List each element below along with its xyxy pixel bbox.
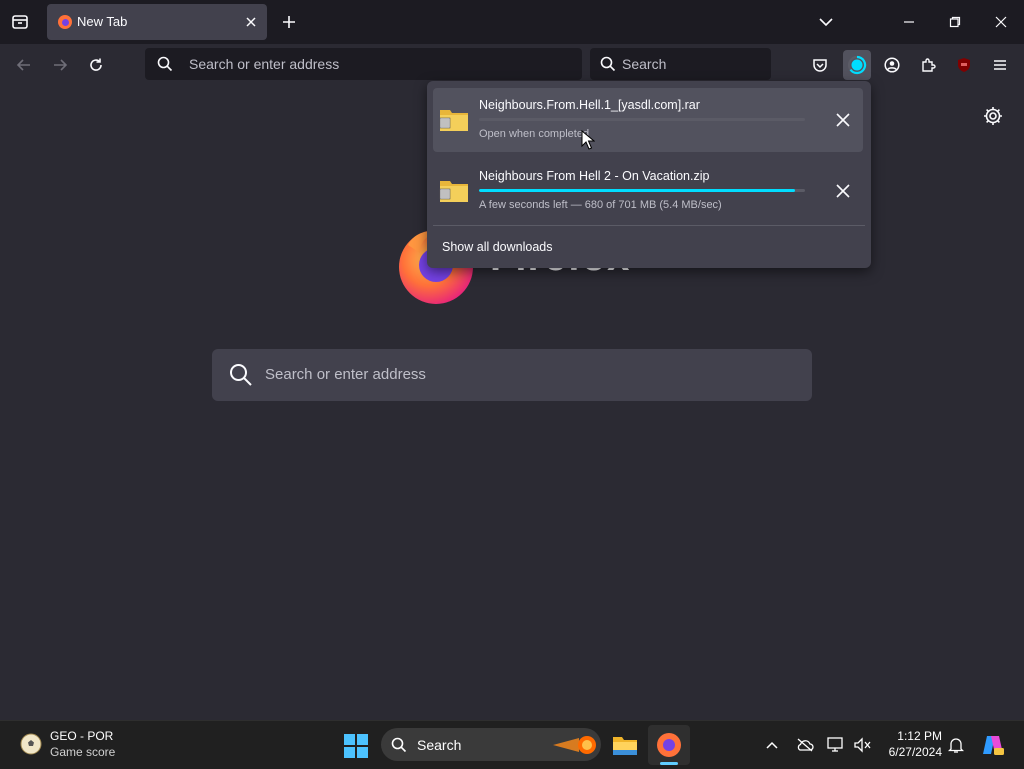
chevron-up-icon[interactable]: [762, 735, 782, 755]
download-progress-bar: [479, 118, 805, 121]
soccer-ball-icon[interactable]: [20, 733, 42, 755]
reload-icon[interactable]: [83, 52, 109, 78]
download-item[interactable]: Neighbours From Hell 2 - On Vacation.zip…: [433, 159, 863, 223]
download-status: Open when completed: [479, 128, 590, 140]
fireball-icon: [551, 732, 597, 763]
download-filename: Neighbours From Hell 2 - On Vacation.zip: [479, 169, 710, 183]
taskbar-search-label: Search: [417, 737, 462, 753]
cancel-download-icon[interactable]: [833, 181, 853, 201]
downloads-icon[interactable]: [843, 50, 871, 80]
firefox-icon: [57, 14, 73, 30]
download-filename: Neighbours.From.Hell.1_[yasdl.com].rar: [479, 98, 700, 112]
widget-title[interactable]: GEO - POR: [50, 729, 113, 743]
active-app-indicator: [660, 762, 678, 765]
notification-bell-icon[interactable]: [946, 735, 966, 755]
display-icon[interactable]: [826, 735, 846, 755]
search-bar[interactable]: Search: [590, 48, 771, 80]
show-all-downloads-link[interactable]: Show all downloads: [442, 240, 553, 254]
mouse-cursor-icon: [581, 129, 596, 155]
chevron-down-icon[interactable]: [815, 11, 837, 33]
download-progress-fill: [479, 189, 796, 192]
taskbar-search-box[interactable]: Search: [381, 728, 601, 761]
minimize-window-icon[interactable]: [895, 8, 923, 36]
archive-folder-icon: [439, 177, 469, 203]
tab-strip: New Tab: [0, 0, 1024, 44]
search-icon: [229, 363, 253, 392]
download-progress-bar: [479, 189, 805, 192]
extensions-icon[interactable]: [915, 52, 941, 78]
ublock-origin-icon[interactable]: [951, 52, 977, 78]
copilot-icon[interactable]: [980, 732, 1006, 758]
account-icon[interactable]: [879, 52, 905, 78]
taskbar-firefox-button[interactable]: [648, 725, 690, 765]
clock-time[interactable]: 1:12 PM: [884, 729, 942, 743]
search-icon: [391, 737, 407, 758]
newtab-search-placeholder: Search or enter address: [265, 366, 426, 383]
search-icon: [600, 56, 616, 77]
menu-hamburger-icon[interactable]: [987, 52, 1013, 78]
close-window-icon[interactable]: [987, 8, 1015, 36]
taskbar: GEO - POR Game score Search 1:12 PM 6/27…: [0, 720, 1024, 769]
tab-new-tab[interactable]: New Tab: [47, 4, 267, 40]
cancel-download-icon[interactable]: [833, 110, 853, 130]
forward-arrow-icon[interactable]: [47, 52, 73, 78]
pocket-icon[interactable]: [807, 52, 833, 78]
download-item[interactable]: Neighbours.From.Hell.1_[yasdl.com].rar O…: [433, 88, 863, 152]
new-tab-plus-icon[interactable]: [279, 12, 299, 32]
navigation-toolbar: Search or enter address Search: [0, 44, 1024, 85]
search-icon: [157, 56, 173, 77]
firefox-icon: [656, 732, 682, 763]
close-tab-icon[interactable]: [242, 13, 260, 31]
archive-folder-icon: [439, 106, 469, 132]
newtab-search-box[interactable]: Search or enter address: [212, 349, 812, 401]
divider: [433, 225, 865, 226]
clock-date[interactable]: 6/27/2024: [872, 745, 942, 759]
cloud-offline-icon[interactable]: [795, 735, 815, 755]
restore-window-icon[interactable]: [941, 8, 969, 36]
volume-muted-icon[interactable]: [852, 735, 872, 755]
tab-list-icon[interactable]: [8, 10, 32, 34]
downloads-panel: Neighbours.From.Hell.1_[yasdl.com].rar O…: [427, 81, 871, 268]
file-explorer-icon[interactable]: [611, 731, 639, 759]
gear-icon[interactable]: [982, 105, 1004, 127]
download-status: A few seconds left — 680 of 701 MB (5.4 …: [479, 199, 722, 211]
search-placeholder: Search: [622, 56, 667, 72]
back-arrow-icon[interactable]: [11, 52, 37, 78]
tab-title: New Tab: [77, 14, 128, 29]
address-bar[interactable]: Search or enter address: [145, 48, 582, 80]
windows-start-icon[interactable]: [343, 733, 369, 759]
address-placeholder: Search or enter address: [189, 56, 340, 72]
widget-subtitle: Game score: [50, 745, 116, 759]
